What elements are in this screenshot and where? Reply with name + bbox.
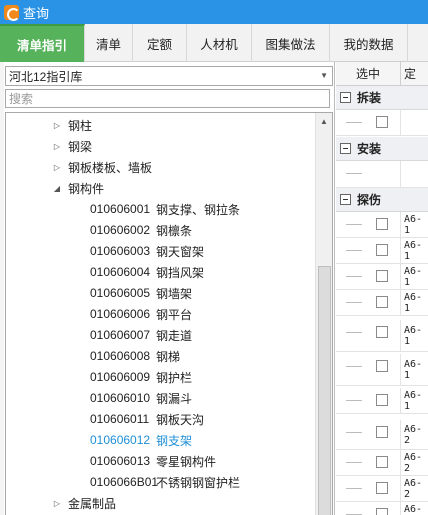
title-bar: 查询	[0, 0, 428, 24]
row-checkbox[interactable]	[376, 115, 388, 128]
expand-arrow-icon[interactable]: ▷	[52, 121, 62, 130]
row-checkbox[interactable]	[376, 425, 388, 438]
row-checkbox[interactable]	[376, 269, 388, 282]
tree-leaf-item-selected[interactable]: 010606012 钢支架	[90, 430, 192, 450]
tree-leaf-item[interactable]: 010606005 钢墙架	[90, 283, 192, 303]
tree-leaf-item[interactable]: 010606009 钢护栏	[90, 367, 192, 387]
tab-atlas-method[interactable]: 图集做法	[252, 24, 330, 62]
results-grid: 选中 定 拆装 安装 探伤 A6-1 A6-1 A6-1 A6-1 A6-1 A…	[336, 62, 428, 515]
row-checkbox[interactable]	[376, 455, 388, 468]
grid-header: 选中 定	[336, 62, 428, 86]
tab-labor-material-machine[interactable]: 人材机	[187, 24, 252, 62]
tab-bar: 清单指引 清单 定额 人材机 图集做法 我的数据	[0, 24, 428, 62]
row-checkbox[interactable]	[376, 393, 388, 406]
group-row-disassembly[interactable]: 拆装	[336, 86, 428, 110]
table-row[interactable]: A6-1	[336, 289, 428, 316]
collapse-arrow-icon[interactable]: ◢	[52, 184, 62, 193]
window-title: 查询	[23, 5, 50, 21]
column-header-selected[interactable]: 选中	[336, 62, 401, 86]
expand-arrow-icon[interactable]: ▷	[52, 142, 62, 151]
tree-leaf-item[interactable]: 010606010 钢漏斗	[90, 388, 192, 408]
tree-scrollbar[interactable]: ▲	[315, 113, 332, 515]
tree-leaf-item[interactable]: 010606006 钢平台	[90, 304, 192, 324]
table-row[interactable]: A6-2	[336, 419, 428, 450]
row-checkbox[interactable]	[376, 359, 388, 372]
tree-leaf-item[interactable]: 010606004 钢挡风架	[90, 262, 204, 282]
tree-leaf-item[interactable]: 010606001 钢支撑、钢拉条	[90, 199, 240, 219]
row-checkbox[interactable]	[376, 481, 388, 494]
tab-my-data[interactable]: 我的数据	[330, 24, 408, 62]
tree-leaf-item[interactable]: 010606002 钢檩条	[90, 220, 192, 240]
guide-tree: ▷ 钢柱 ▷ 钢梁 ▷ 钢板楼板、墙板 ◢ 钢构件 010606001 钢支撑、…	[5, 112, 333, 515]
row-checkbox[interactable]	[376, 507, 388, 515]
scroll-up-icon[interactable]: ▲	[316, 113, 332, 129]
group-row-flaw-detection[interactable]: 探伤	[336, 188, 428, 212]
tree-node-steel-column[interactable]: ▷ 钢柱	[52, 115, 92, 135]
table-row[interactable]: A6-1	[336, 387, 428, 414]
tab-bill-guide[interactable]: 清单指引	[0, 24, 85, 62]
tree-leaf-item[interactable]: 010606003 钢天窗架	[90, 241, 204, 261]
library-select[interactable]: 河北12指引库 ▼	[5, 66, 333, 86]
tab-quota[interactable]: 定额	[133, 24, 187, 62]
search-input[interactable]	[5, 89, 330, 108]
tree-node-steel-component[interactable]: ◢ 钢构件	[52, 178, 104, 198]
app-logo-icon	[4, 4, 20, 21]
library-select-value: 河北12指引库	[9, 69, 83, 84]
collapse-icon[interactable]	[340, 194, 351, 205]
side-strip	[0, 62, 4, 515]
table-row[interactable]: A6-2	[336, 501, 428, 515]
table-row[interactable]: A6-1	[336, 263, 428, 290]
group-row-installation[interactable]: 安装	[336, 137, 428, 161]
collapse-icon[interactable]	[340, 92, 351, 103]
tree-leaf-item[interactable]: 010606011 钢板天沟	[90, 409, 204, 429]
tree-node-steel-plate[interactable]: ▷ 钢板楼板、墙板	[52, 157, 152, 177]
table-row[interactable]: A6-1	[336, 211, 428, 238]
table-row[interactable]	[336, 109, 428, 136]
tree-node-metal-products[interactable]: ▷ 金属制品	[52, 493, 116, 513]
row-checkbox[interactable]	[376, 325, 388, 338]
tree-leaf-item[interactable]: 010606013 零星钢构件	[90, 451, 216, 471]
guide-panel: 河北12指引库 ▼ ▷ 钢柱 ▷ 钢梁 ▷ 钢板楼板、墙板 ◢ 钢构件 0106…	[0, 62, 335, 515]
collapse-icon[interactable]	[340, 143, 351, 154]
table-row[interactable]: A6-1	[336, 237, 428, 264]
table-row[interactable]: A6-1	[336, 353, 428, 386]
tab-bill[interactable]: 清单	[85, 24, 133, 62]
table-row[interactable]: A6-2	[336, 475, 428, 502]
table-row[interactable]: A6-2	[336, 449, 428, 476]
tree-node-steel-beam[interactable]: ▷ 钢梁	[52, 136, 92, 156]
tree-leaf-item[interactable]: 0106066B01 不锈钢钢窗护栏	[90, 472, 240, 492]
scrollbar-thumb[interactable]	[318, 266, 331, 515]
row-checkbox[interactable]	[376, 217, 388, 230]
tree-leaf-item[interactable]: 010606007 钢走道	[90, 325, 192, 345]
table-row[interactable]: A6-1	[336, 319, 428, 352]
expand-arrow-icon[interactable]: ▷	[52, 163, 62, 172]
tree-leaf-item[interactable]: 010606008 钢梯	[90, 346, 180, 366]
column-header-quota[interactable]: 定	[401, 65, 416, 82]
table-row[interactable]	[336, 161, 428, 188]
chevron-down-icon[interactable]: ▼	[320, 71, 328, 80]
row-checkbox[interactable]	[376, 295, 388, 308]
row-checkbox[interactable]	[376, 243, 388, 256]
expand-arrow-icon[interactable]: ▷	[52, 499, 62, 508]
